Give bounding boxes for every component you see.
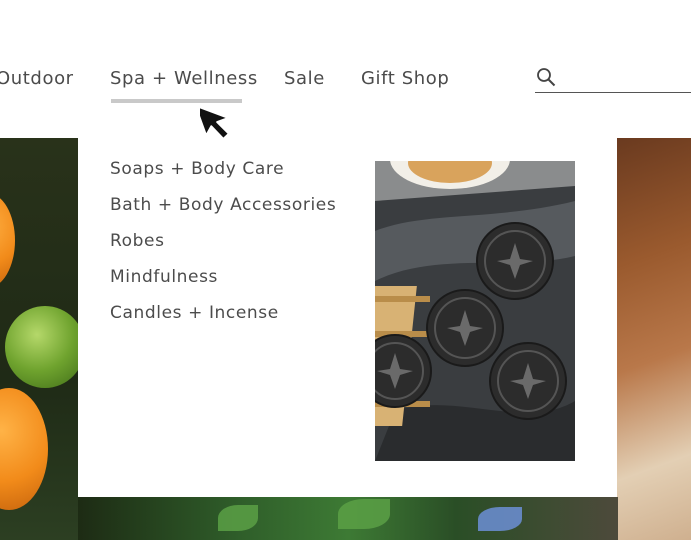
nav-item-spa-wellness[interactable]: Spa + Wellness	[110, 68, 258, 89]
promo-illustration	[375, 161, 575, 461]
mega-menu-dropdown: Soaps + Body Care Bath + Body Accessorie…	[78, 138, 617, 497]
active-nav-underline	[111, 99, 242, 103]
menu-link-bath-body-accessories[interactable]: Bath + Body Accessories	[110, 195, 336, 215]
menu-link-mindfulness[interactable]: Mindfulness	[110, 267, 218, 287]
nav-item-outdoor[interactable]: Outdoor	[0, 68, 74, 89]
menu-link-candles-incense[interactable]: Candles + Incense	[110, 303, 279, 323]
nav-item-gift-shop[interactable]: Gift Shop	[361, 68, 449, 89]
hero-bottom-greenery	[78, 497, 618, 540]
menu-link-soaps-body-care[interactable]: Soaps + Body Care	[110, 159, 284, 179]
hero-right-wood-board	[617, 138, 691, 540]
promo-image-charcoal-soaps[interactable]	[375, 161, 575, 461]
main-navigation: Outdoor Spa + Wellness Sale Gift Shop	[0, 0, 691, 138]
leaf	[338, 499, 390, 529]
search-input[interactable]	[559, 66, 691, 90]
lime-fruit	[5, 306, 85, 388]
flower	[478, 507, 522, 531]
search-icon[interactable]	[536, 67, 556, 87]
leaf	[218, 505, 258, 531]
nav-item-sale[interactable]: Sale	[284, 68, 325, 89]
menu-link-robes[interactable]: Robes	[110, 231, 165, 251]
search-bar	[535, 66, 691, 93]
